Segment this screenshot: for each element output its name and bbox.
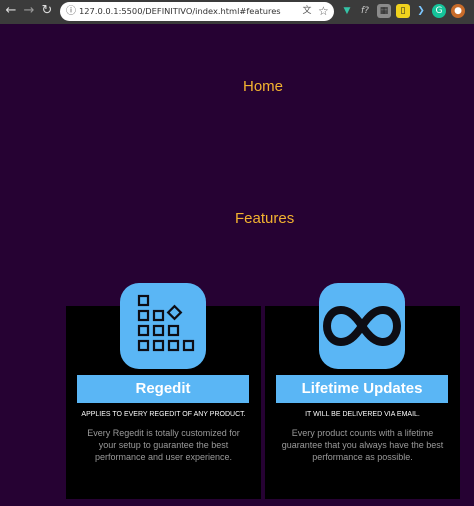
card-subtitle: IT WILL BE DELIVERED VIA EMAIL. [305, 411, 420, 418]
extension-grammarly-icon[interactable]: G [432, 4, 446, 18]
extension-fx-icon[interactable]: f? [358, 4, 372, 18]
card-title: Regedit [77, 375, 249, 403]
card-description: Every Regedit is totally customized for … [87, 428, 240, 462]
extension-vpn-icon[interactable]: ▼ [340, 4, 354, 18]
extension-yellow-icon[interactable]: ▯ [396, 4, 410, 18]
feature-card-regedit: Regedit APPLIES TO EVERY REGEDIT OF ANY … [66, 283, 261, 499]
translate-icon[interactable]: 文 [301, 5, 313, 17]
card-title: Lifetime Updates [276, 375, 448, 403]
nav-home-link[interactable]: Home [243, 78, 283, 95]
bookmark-star-icon[interactable]: ☆ [318, 3, 329, 19]
address-bar[interactable]: ⓘ 127.0.0.1:5500/DEFINITIVO/index.html#f… [60, 2, 334, 21]
forward-icon[interactable]: → [21, 2, 37, 20]
feature-card-lifetime-updates: Lifetime Updates IT WILL BE DELIVERED VI… [265, 283, 460, 499]
extension-arrow-icon[interactable]: ❯ [414, 4, 428, 18]
infinity-icon [319, 283, 405, 369]
registry-grid-icon [120, 283, 206, 369]
site-info-icon[interactable]: ⓘ [66, 4, 76, 19]
reload-icon[interactable]: ↻ [39, 2, 55, 20]
url-text: 127.0.0.1:5500/DEFINITIVO/index.html#fea… [79, 6, 281, 16]
card-description: Every product counts with a lifetime gua… [281, 428, 444, 462]
profile-avatar-icon[interactable]: ● [451, 4, 465, 18]
nav-features-link[interactable]: Features [235, 210, 294, 227]
card-subtitle: APPLIES TO EVERY REGEDIT OF ANY PRODUCT. [81, 411, 246, 418]
back-icon[interactable]: ← [3, 2, 19, 20]
browser-toolbar: ← → ↻ ⓘ 127.0.0.1:5500/DEFINITIVO/index.… [0, 0, 474, 24]
extension-grey-icon[interactable]: ▦ [377, 4, 391, 18]
